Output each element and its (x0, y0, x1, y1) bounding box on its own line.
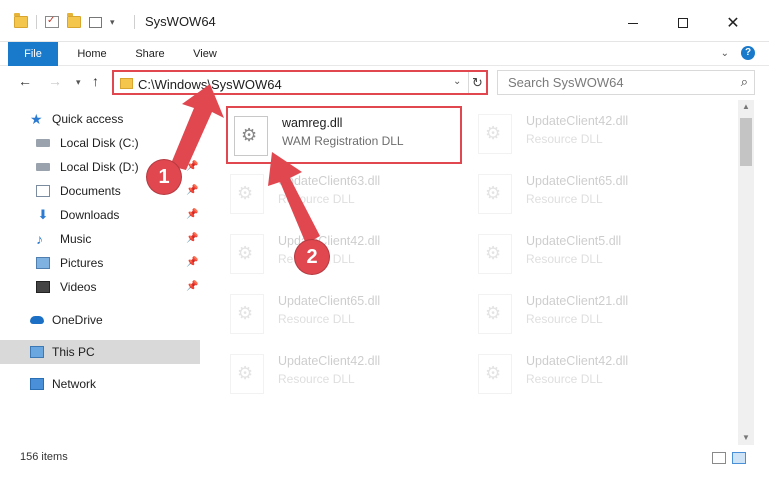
arrow-1 (170, 84, 224, 170)
step-badge-2: 2 (295, 240, 329, 274)
arrow-2 (268, 152, 320, 244)
step-badge-1: 1 (147, 160, 181, 194)
annotation-arrows (170, 84, 320, 244)
